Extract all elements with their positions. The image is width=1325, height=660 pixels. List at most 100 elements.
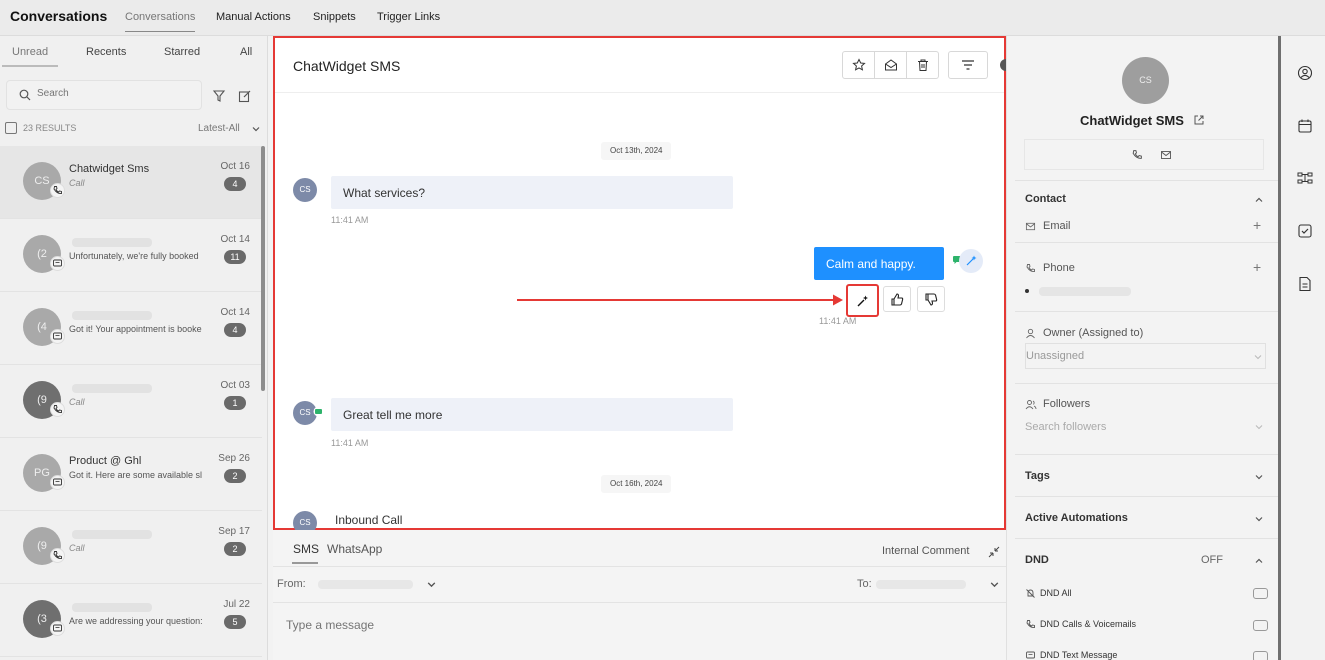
delete-button[interactable] xyxy=(906,51,939,79)
followers-search[interactable]: Search followers xyxy=(1025,421,1106,433)
task-check-icon[interactable] xyxy=(1297,223,1313,239)
redacted-name xyxy=(72,384,152,393)
chevron-down-icon[interactable] xyxy=(1254,422,1264,432)
redacted-name xyxy=(72,530,152,539)
phone-icon[interactable] xyxy=(1131,149,1143,161)
unread-count: 4 xyxy=(224,323,246,337)
redacted-to-number xyxy=(876,580,966,589)
thumbs-up-icon xyxy=(891,293,904,306)
add-email-button[interactable]: + xyxy=(1253,217,1261,233)
phone-icon xyxy=(50,402,65,417)
chevron-down-icon[interactable] xyxy=(426,579,437,590)
redacted-name xyxy=(72,238,152,247)
chevron-up-icon[interactable] xyxy=(1254,556,1264,566)
mark-read-button[interactable] xyxy=(874,51,907,79)
quick-actions xyxy=(1024,139,1264,170)
conversation-item[interactable]: (4 Got it! Your appointment is booke Oct… xyxy=(0,292,262,365)
redacted-name xyxy=(72,311,152,320)
internal-comment-toggle[interactable]: Internal Comment xyxy=(882,545,969,557)
redacted-phone xyxy=(1039,287,1131,296)
results-count: 23 RESULTS xyxy=(23,123,77,133)
email-icon[interactable] xyxy=(1160,149,1172,161)
calendar-icon[interactable] xyxy=(1297,118,1313,134)
right-icon-rail xyxy=(1278,36,1325,660)
filter-tab-all[interactable]: All xyxy=(240,46,252,58)
filter-messages-button[interactable] xyxy=(948,51,988,79)
tab-sms[interactable]: SMS xyxy=(293,542,319,556)
filter-icon[interactable] xyxy=(212,89,226,103)
filter-tab-starred[interactable]: Starred xyxy=(164,46,200,58)
ai-sparkle-badge xyxy=(959,249,983,273)
filter-tab-recents[interactable]: Recents xyxy=(86,46,126,58)
chevron-down-icon[interactable] xyxy=(1254,514,1264,524)
divider xyxy=(1015,538,1278,539)
message-preview: Got it! Your appointment is booke xyxy=(69,324,202,334)
phone-icon xyxy=(50,183,65,198)
chevron-up-icon[interactable] xyxy=(1254,195,1264,205)
conversation-date: Sep 17 xyxy=(218,526,250,537)
dnd-calls-checkbox[interactable] xyxy=(1253,620,1268,631)
divider xyxy=(1015,496,1278,497)
conversation-item[interactable]: (9 Call Sep 17 2 xyxy=(0,511,262,584)
unread-count: 2 xyxy=(224,469,246,483)
inbound-message: Great tell me more xyxy=(331,398,733,431)
thumbs-down-button[interactable] xyxy=(917,286,945,312)
chevron-down-icon[interactable] xyxy=(251,124,261,134)
search-box[interactable] xyxy=(6,80,202,110)
contact-section-title: Contact xyxy=(1025,193,1066,205)
divider xyxy=(273,602,1006,603)
dnd-all-checkbox[interactable] xyxy=(1253,588,1268,599)
filter-tab-unread[interactable]: Unread xyxy=(12,46,48,58)
call-log-entry: Inbound Call xyxy=(335,513,403,527)
followers-label: Followers xyxy=(1043,398,1091,410)
dnd-text-label: DND Text Message xyxy=(1040,650,1118,660)
compose-icon[interactable] xyxy=(238,89,252,103)
sms-icon xyxy=(50,329,65,344)
add-phone-button[interactable]: + xyxy=(1253,259,1261,275)
message-input[interactable] xyxy=(286,618,886,642)
unread-count: 2 xyxy=(224,542,246,556)
star-button[interactable] xyxy=(842,51,875,79)
message-icon xyxy=(1026,651,1035,659)
conversation-item[interactable]: (2 Unfortunately, we're fully booked Oct… xyxy=(0,219,262,292)
owner-select[interactable]: Unassigned xyxy=(1025,343,1266,369)
sparkle-icon xyxy=(966,255,977,266)
collapse-icon[interactable] xyxy=(988,546,1000,558)
divider xyxy=(1015,454,1278,455)
message-time: 11:41 AM xyxy=(331,438,369,448)
dnd-text-row: DND Text Message xyxy=(1025,650,1117,660)
results-row: 23 RESULTS Latest-All xyxy=(0,122,267,136)
workflow-icon[interactable] xyxy=(1297,170,1313,186)
scrollbar[interactable] xyxy=(261,146,265,391)
sort-dropdown[interactable]: Latest-All xyxy=(198,123,240,134)
tab-trigger-links[interactable]: Trigger Links xyxy=(377,11,440,23)
profile-icon[interactable] xyxy=(1297,65,1313,81)
conversation-item[interactable]: CS Chatwidget Sms Call Oct 16 4 xyxy=(0,146,262,219)
automations-section-title[interactable]: Active Automations xyxy=(1025,512,1128,524)
tags-section-title[interactable]: Tags xyxy=(1025,470,1050,482)
search-icon xyxy=(19,89,31,101)
search-input[interactable] xyxy=(37,88,187,99)
tab-manual-actions[interactable]: Manual Actions xyxy=(216,11,291,23)
conversation-date: Sep 26 xyxy=(218,453,250,464)
conversation-date: Oct 14 xyxy=(220,234,250,245)
divider xyxy=(1015,383,1278,384)
chevron-down-icon[interactable] xyxy=(989,579,1000,590)
conversation-item[interactable]: PG Product @ Ghl Got it. Here are some a… xyxy=(0,438,262,511)
external-link-icon[interactable] xyxy=(1193,114,1205,126)
thumbs-down-icon xyxy=(925,293,938,306)
tab-snippets[interactable]: Snippets xyxy=(313,11,356,23)
tab-conversations[interactable]: Conversations xyxy=(125,11,196,32)
notes-icon[interactable] xyxy=(1297,276,1313,292)
ai-suggest-button[interactable] xyxy=(846,284,879,317)
dnd-text-checkbox[interactable] xyxy=(1253,651,1268,660)
chevron-down-icon[interactable] xyxy=(1254,472,1264,482)
conversation-item[interactable]: (9 Call Oct 03 1 xyxy=(0,365,262,438)
dnd-calls-row: DND Calls & Voicemails xyxy=(1025,619,1136,630)
select-all-checkbox[interactable] xyxy=(5,122,17,134)
thumbs-up-button[interactable] xyxy=(883,286,911,312)
tab-whatsapp[interactable]: WhatsApp xyxy=(327,542,382,556)
owner-value: Unassigned xyxy=(1026,350,1085,362)
conversation-item[interactable]: (3 Are we addressing your question: Jul … xyxy=(0,584,262,657)
chat-title: ChatWidget SMS xyxy=(293,58,401,74)
